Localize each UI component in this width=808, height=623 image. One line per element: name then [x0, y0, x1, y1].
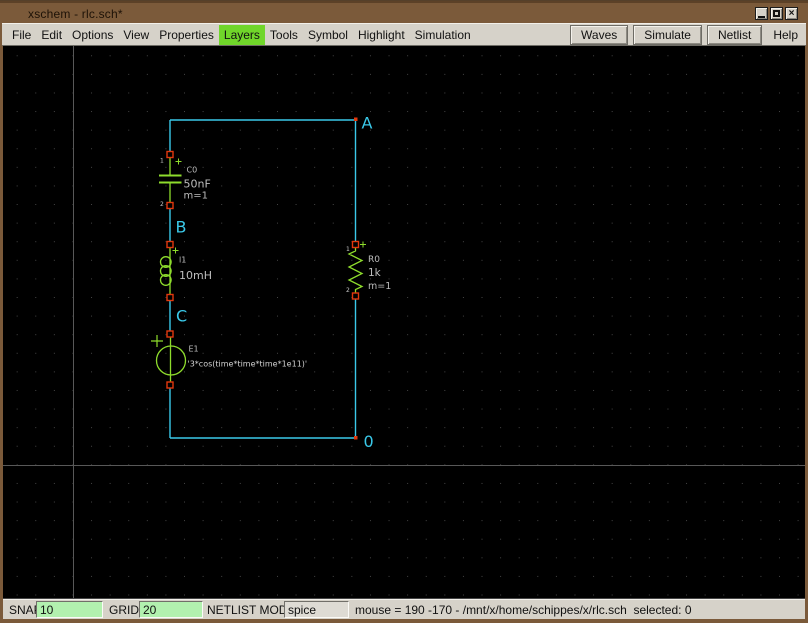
- menu-edit[interactable]: Edit: [36, 25, 67, 45]
- schematic-canvas[interactable]: 1 2 C0 50nF m=1 l1 10mH: [3, 46, 805, 598]
- statusbar: SNAP: GRID: NETLIST MODE: mouse = 190 -1…: [3, 598, 805, 619]
- menu-file[interactable]: File: [7, 25, 36, 45]
- window-frame-bottom: [0, 619, 808, 623]
- vsource-name: E1: [189, 345, 199, 354]
- pin-square[interactable]: [353, 242, 359, 248]
- pin-square[interactable]: [167, 152, 173, 158]
- window-controls: ×: [755, 7, 798, 20]
- xschem-window: xschem - rlc.sch* × FileEditOptionsViewP…: [0, 0, 808, 623]
- vsource-value: '3*cos(time*time*time*1e11)': [188, 360, 308, 369]
- menu-properties[interactable]: Properties: [154, 25, 219, 45]
- component-resistor[interactable]: 1 2 R0 1k m=1: [346, 242, 391, 300]
- pin-square[interactable]: [167, 382, 173, 388]
- menu-layers[interactable]: Layers: [219, 25, 265, 45]
- pin-square[interactable]: [353, 293, 359, 299]
- menu-simulation[interactable]: Simulation: [410, 25, 476, 45]
- minimize-button[interactable]: [755, 7, 768, 20]
- resistor-value: 1k: [368, 267, 382, 279]
- minimize-icon: [758, 16, 765, 18]
- svg-text:1: 1: [160, 158, 164, 165]
- window-title: xschem - rlc.sch*: [28, 7, 123, 21]
- netlist-button[interactable]: Netlist: [707, 25, 762, 45]
- net-label-gnd[interactable]: 0: [364, 432, 374, 451]
- resistor-mult: m=1: [368, 281, 391, 292]
- net-label-c[interactable]: C: [176, 307, 187, 326]
- net-label-a[interactable]: A: [362, 114, 373, 133]
- maximize-icon: [773, 10, 780, 17]
- capacitor-value: 50nF: [184, 178, 211, 191]
- titlebar[interactable]: xschem - rlc.sch* ×: [0, 1, 808, 23]
- component-capacitor[interactable]: 1 2 C0 50nF m=1: [159, 152, 211, 209]
- inductor-name: l1: [179, 256, 186, 265]
- capacitor-name: C0: [187, 166, 198, 175]
- plus-icon: [176, 159, 182, 165]
- menubar: FileEditOptionsViewPropertiesLayersTools…: [2, 23, 806, 46]
- wire-end-marker: [354, 118, 358, 122]
- wire-end-marker: [354, 436, 358, 440]
- close-icon: ×: [789, 9, 795, 19]
- pin-square[interactable]: [167, 295, 173, 301]
- grid-input[interactable]: [139, 601, 203, 618]
- menubar-items: FileEditOptionsViewPropertiesLayersTools…: [7, 25, 476, 45]
- menu-help[interactable]: Help: [767, 25, 806, 45]
- simulate-button[interactable]: Simulate: [633, 25, 702, 45]
- menu-symbol[interactable]: Symbol: [303, 25, 353, 45]
- menu-options[interactable]: Options: [67, 25, 118, 45]
- waves-button[interactable]: Waves: [570, 25, 628, 45]
- capacitor-mult: m=1: [184, 191, 208, 202]
- resistor-name: R0: [368, 255, 380, 265]
- snap-input[interactable]: [36, 601, 103, 618]
- plus-icon: [173, 248, 179, 254]
- netlist-mode-input[interactable]: [284, 601, 349, 618]
- inductor-value: 10mH: [179, 269, 212, 282]
- pin-square[interactable]: [167, 203, 173, 209]
- menu-highlight[interactable]: Highlight: [353, 25, 410, 45]
- pin-square[interactable]: [167, 331, 173, 337]
- net-label-b[interactable]: B: [176, 218, 187, 237]
- component-inductor[interactable]: l1 10mH: [161, 242, 212, 301]
- maximize-button[interactable]: [770, 7, 783, 20]
- mouse-status-text: mouse = 190 -170 - /mnt/x/home/schippes/…: [355, 603, 692, 617]
- svg-text:2: 2: [160, 201, 164, 208]
- schematic-drawing: 1 2 C0 50nF m=1 l1 10mH: [3, 46, 805, 598]
- close-button[interactable]: ×: [785, 7, 798, 20]
- menu-view[interactable]: View: [118, 25, 154, 45]
- grid-label: GRID:: [109, 603, 142, 617]
- plus-icon: [151, 335, 163, 347]
- menu-tools[interactable]: Tools: [265, 25, 303, 45]
- svg-text:1: 1: [346, 246, 350, 253]
- plus-icon: [360, 242, 366, 248]
- component-vsource[interactable]: E1 '3*cos(time*time*time*1e11)': [151, 331, 307, 388]
- pin-square[interactable]: [167, 242, 173, 248]
- svg-text:2: 2: [346, 287, 350, 294]
- menubar-buttons: WavesSimulateNetlist: [570, 25, 767, 45]
